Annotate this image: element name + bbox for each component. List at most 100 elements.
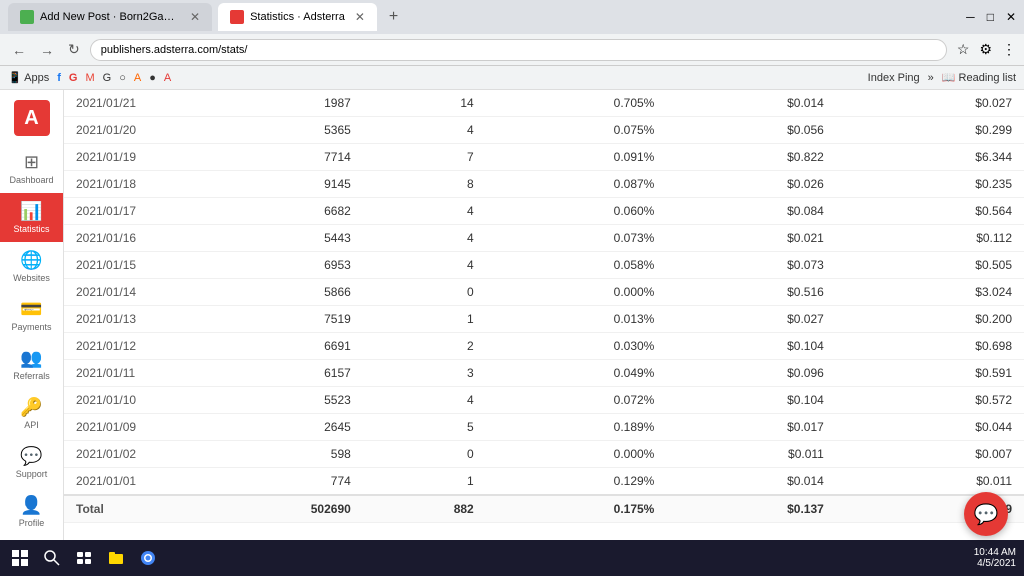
bookmark-a1[interactable]: A xyxy=(134,72,141,84)
cell-date: 2021/01/19 xyxy=(64,144,184,171)
tab-add-button[interactable]: + xyxy=(383,8,404,26)
cell-ctr: 0.073% xyxy=(486,225,667,252)
bookmark-m[interactable]: M xyxy=(85,72,94,84)
bookmark-g1[interactable]: G xyxy=(69,72,78,84)
cell-revenue: $0.299 xyxy=(836,117,1024,144)
sidebar-label-support: Support xyxy=(16,469,48,479)
cell-impressions: 5365 xyxy=(184,117,363,144)
table-row: 2021/01/16 5443 4 0.073% $0.021 $0.112 xyxy=(64,225,1024,252)
tab-1[interactable]: Add New Post · Born2Gamer.C... ✕ xyxy=(8,3,212,31)
cell-date: 2021/01/20 xyxy=(64,117,184,144)
refresh-button[interactable]: ↻ xyxy=(64,39,84,60)
bookmark-dot[interactable]: ● xyxy=(149,72,156,84)
close-button[interactable]: ✕ xyxy=(1006,10,1016,24)
cell-impressions: 6691 xyxy=(184,333,363,360)
sidebar-item-profile[interactable]: 👤 Profile xyxy=(0,487,63,536)
browser-nav: ← → ↻ ☆ ⚙ ⋮ xyxy=(0,34,1024,66)
cell-revenue: $0.591 xyxy=(836,360,1024,387)
sidebar-item-statistics[interactable]: 📊 Statistics xyxy=(0,193,63,242)
total-ctr: 0.175% xyxy=(486,495,667,523)
cell-impressions: 7519 xyxy=(184,306,363,333)
sidebar-label-profile: Profile xyxy=(19,518,45,528)
bookmark-apps[interactable]: 📱 Apps xyxy=(8,71,49,84)
restore-button[interactable]: □ xyxy=(987,10,994,24)
cell-ctr: 0.129% xyxy=(486,468,667,496)
chat-button[interactable]: 💬 xyxy=(964,492,1008,536)
cell-ctr: 0.189% xyxy=(486,414,667,441)
bookmarks-bar: 📱 Apps f G M G ○ A ● A Index Ping » 📖 Re… xyxy=(0,66,1024,90)
cell-clicks: 1 xyxy=(363,306,486,333)
cell-cpm: $0.011 xyxy=(666,441,835,468)
cell-revenue: $0.007 xyxy=(836,441,1024,468)
cell-date: 2021/01/09 xyxy=(64,414,184,441)
payments-icon: 💳 xyxy=(20,299,42,320)
cell-clicks: 2 xyxy=(363,333,486,360)
cell-clicks: 4 xyxy=(363,252,486,279)
bookmark-index-ping[interactable]: Index Ping xyxy=(868,72,920,84)
cell-cpm: $0.822 xyxy=(666,144,835,171)
sidebar-logo: A xyxy=(14,100,50,136)
tab-2[interactable]: Statistics · Adsterra ✕ xyxy=(218,3,377,31)
bookmark-more[interactable]: » xyxy=(928,72,934,84)
bookmark-g2[interactable]: G xyxy=(103,72,112,84)
sidebar-label-api: API xyxy=(24,420,39,430)
sidebar-item-referrals[interactable]: 👥 Referrals xyxy=(0,340,63,389)
sidebar-item-payments[interactable]: 💳 Payments xyxy=(0,291,63,340)
cell-cpm: $0.026 xyxy=(666,171,835,198)
table-row: 2021/01/01 774 1 0.129% $0.014 $0.011 xyxy=(64,468,1024,496)
taskbar-left xyxy=(8,546,160,570)
table-row: 2021/01/18 9145 8 0.087% $0.026 $0.235 xyxy=(64,171,1024,198)
stats-table: 2021/01/21 1987 14 0.705% $0.014 $0.027 … xyxy=(64,90,1024,523)
cell-impressions: 5443 xyxy=(184,225,363,252)
chat-icon: 💬 xyxy=(974,502,999,527)
bookmark-circle[interactable]: ○ xyxy=(119,72,126,84)
table-row: 2021/01/15 6953 4 0.058% $0.073 $0.505 xyxy=(64,252,1024,279)
cell-cpm: $0.056 xyxy=(666,117,835,144)
bookmark-star[interactable]: ☆ xyxy=(957,41,970,58)
table-row: 2021/01/14 5866 0 0.000% $0.516 $3.024 xyxy=(64,279,1024,306)
cell-impressions: 9145 xyxy=(184,171,363,198)
sidebar-item-api[interactable]: 🔑 API xyxy=(0,389,63,438)
sidebar-item-dashboard[interactable]: ⊞ Dashboard xyxy=(0,144,63,193)
tab-label-1: Add New Post · Born2Gamer.C... xyxy=(40,11,180,23)
start-button[interactable] xyxy=(8,546,32,570)
bookmark-f[interactable]: f xyxy=(57,72,61,84)
cell-ctr: 0.013% xyxy=(486,306,667,333)
table-row: 2021/01/19 7714 7 0.091% $0.822 $6.344 xyxy=(64,144,1024,171)
cell-revenue: $0.698 xyxy=(836,333,1024,360)
bookmark-a2[interactable]: A xyxy=(164,72,171,84)
cell-ctr: 0.075% xyxy=(486,117,667,144)
sidebar-label-statistics: Statistics xyxy=(13,224,49,234)
cell-date: 2021/01/02 xyxy=(64,441,184,468)
minimize-button[interactable]: ─ xyxy=(966,10,975,24)
table-total-row: Total 502690 882 0.175% $0.137 $69.029 xyxy=(64,495,1024,523)
cell-ctr: 0.060% xyxy=(486,198,667,225)
taskbar-time: 10:44 AM 4/5/2021 xyxy=(974,547,1016,569)
cell-cpm: $0.516 xyxy=(666,279,835,306)
sidebar-item-support[interactable]: 💬 Support xyxy=(0,438,63,487)
cell-clicks: 8 xyxy=(363,171,486,198)
cell-cpm: $0.084 xyxy=(666,198,835,225)
tab-close-1[interactable]: ✕ xyxy=(190,10,200,24)
back-button[interactable]: ← xyxy=(8,40,30,60)
forward-button[interactable]: → xyxy=(36,40,58,60)
tab-favicon-2 xyxy=(230,10,244,24)
chrome-button[interactable] xyxy=(136,546,160,570)
menu-icon[interactable]: ⋮ xyxy=(1002,41,1016,58)
file-explorer-button[interactable] xyxy=(104,546,128,570)
cell-cpm: $0.027 xyxy=(666,306,835,333)
cell-clicks: 4 xyxy=(363,117,486,144)
content-inner: 2021/01/21 1987 14 0.705% $0.014 $0.027 … xyxy=(64,90,1024,523)
extensions-icon[interactable]: ⚙ xyxy=(979,41,992,58)
cell-revenue: $0.235 xyxy=(836,171,1024,198)
tab-close-2[interactable]: ✕ xyxy=(355,10,365,24)
task-view-button[interactable] xyxy=(72,546,96,570)
dashboard-icon: ⊞ xyxy=(24,152,39,173)
cell-impressions: 5523 xyxy=(184,387,363,414)
sidebar-item-websites[interactable]: 🌐 Websites xyxy=(0,242,63,291)
bookmark-reading-list[interactable]: 📖 Reading list xyxy=(942,71,1016,84)
url-bar[interactable] xyxy=(90,39,947,61)
cell-date: 2021/01/21 xyxy=(64,90,184,117)
search-button[interactable] xyxy=(40,546,64,570)
cell-date: 2021/01/10 xyxy=(64,387,184,414)
